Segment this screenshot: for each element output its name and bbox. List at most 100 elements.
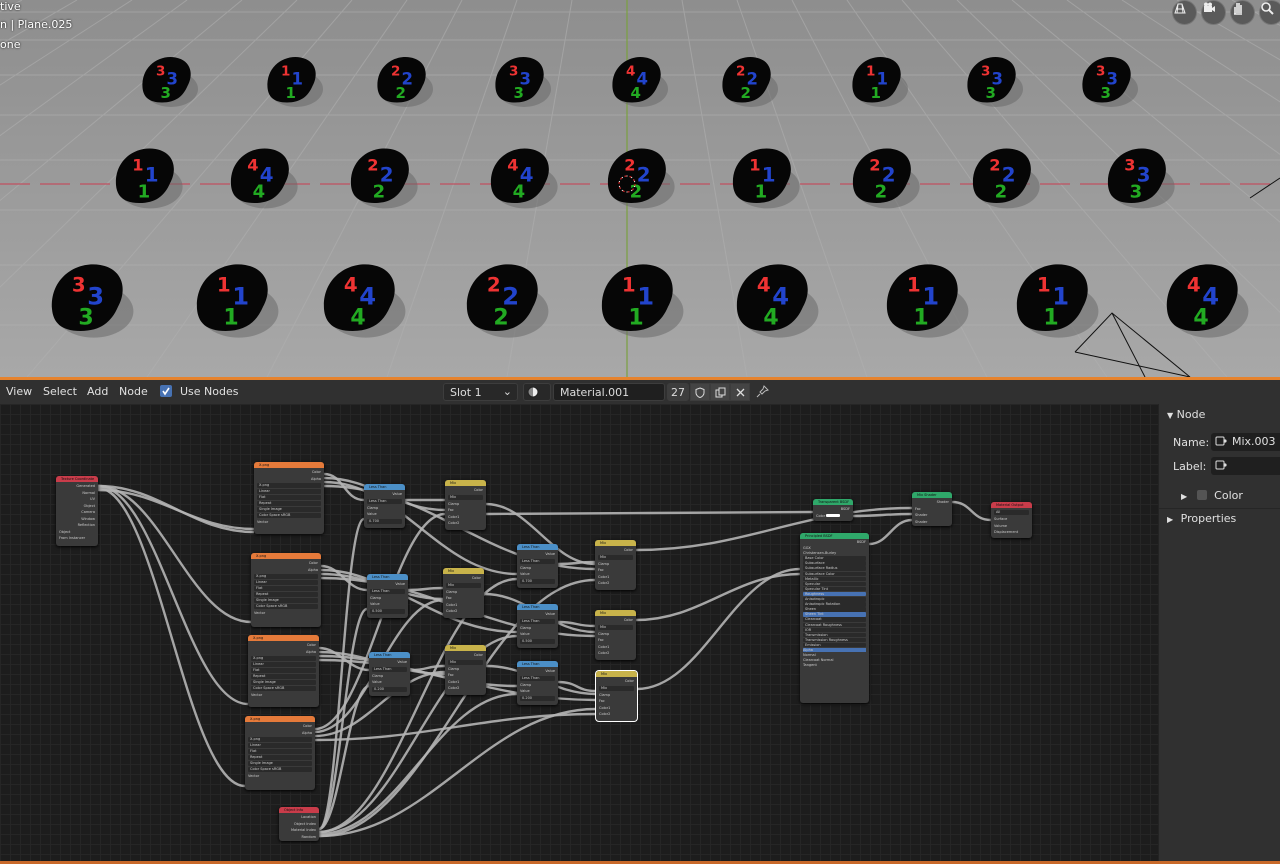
principled-row[interactable]: Clearcoat Roughness <box>803 622 866 627</box>
node-object-info[interactable]: Object Info Location Object Index Materi… <box>279 807 319 841</box>
threshold-field[interactable]: 0.200 <box>372 686 407 692</box>
from-instancer-checkbox[interactable]: From Instancer <box>59 535 95 542</box>
fake-user-shield-icon[interactable] <box>690 383 710 401</box>
material-name-field[interactable]: Material.001 <box>553 383 665 401</box>
image-file-field[interactable]: X.png <box>251 656 316 661</box>
blend-mode-dropdown[interactable]: Mix <box>448 659 483 665</box>
color-checkbox[interactable] <box>1196 490 1207 500</box>
principled-row[interactable]: Subsurface Radius <box>803 566 866 571</box>
menu-view[interactable]: View <box>6 385 32 398</box>
blend-mode-dropdown[interactable]: Mix <box>446 582 481 588</box>
grid-icon[interactable] <box>1172 0 1197 25</box>
blend-mode-dropdown[interactable]: Mix <box>598 624 633 630</box>
source-dropdown[interactable]: Single Image <box>257 507 321 512</box>
node-mix-6-selected[interactable]: Mix Color Mix Clamp Fac Color1 Color2 <box>596 671 637 721</box>
extension-dropdown[interactable]: Repeat <box>248 755 312 760</box>
color-subpanel[interactable]: ▶ Color <box>1181 489 1243 502</box>
operation-dropdown[interactable]: Less Than <box>367 498 402 504</box>
threshold-field[interactable]: 0.200 <box>520 695 555 701</box>
extension-dropdown[interactable]: Repeat <box>251 674 316 679</box>
node-mix-4[interactable]: Mix Color Mix Clamp Fac Color1 Color2 <box>595 540 636 590</box>
node-image-texture-2[interactable]: X.png Color Alpha X.png Linear Flat Repe… <box>251 553 321 627</box>
principled-row[interactable]: Subsurface Color <box>803 571 866 577</box>
blend-mode-dropdown[interactable]: Mix <box>448 494 483 500</box>
pin-icon[interactable] <box>756 384 770 401</box>
projection-dropdown[interactable]: Flat <box>251 668 316 673</box>
threshold-field[interactable]: 0.700 <box>520 578 555 584</box>
menu-select[interactable]: Select <box>43 385 77 398</box>
operation-dropdown[interactable]: Less Than <box>370 588 405 594</box>
blend-mode-dropdown[interactable]: Mix <box>599 685 634 691</box>
properties-panel-toggle[interactable]: ▶ Properties <box>1167 512 1236 525</box>
extension-dropdown[interactable]: Repeat <box>257 501 321 506</box>
node-mix-3[interactable]: Mix Color Mix Clamp Fac Color1 Color2 <box>445 645 486 695</box>
principled-row[interactable]: Metallic <box>803 576 866 582</box>
node-less-than-3[interactable]: Less Than Value Less Than Clamp Value 0.200 <box>369 652 410 696</box>
duplicate-material-icon[interactable] <box>710 383 730 401</box>
image-file-field[interactable]: X.png <box>254 574 318 579</box>
label-field[interactable] <box>1211 457 1280 475</box>
node-less-than-4[interactable]: Less Than Value Less Than Clamp Value 0.700 <box>517 544 558 588</box>
target-dropdown[interactable]: All <box>994 510 1029 515</box>
color-space-dropdown[interactable]: Color Space sRGB <box>254 604 318 609</box>
interpolation-dropdown[interactable]: Linear <box>257 489 321 494</box>
unlink-material-close-icon[interactable] <box>730 383 750 401</box>
operation-dropdown[interactable]: Less Than <box>520 558 555 564</box>
projection-dropdown[interactable]: Flat <box>254 586 318 591</box>
principled-row[interactable]: Transmission <box>803 632 866 638</box>
principled-row[interactable]: Roughness <box>803 591 866 597</box>
zoom-icon[interactable] <box>1259 0 1280 25</box>
node-mix-2[interactable]: Mix Color Mix Clamp Fac Color1 Color2 <box>443 568 484 618</box>
hand-icon[interactable] <box>1230 0 1255 25</box>
material-users-count[interactable]: 27 <box>667 383 689 401</box>
node-mix-1[interactable]: Mix Color Mix Clamp Fac Color1 Color2 <box>445 480 486 530</box>
node-panel-toggle[interactable]: ▼ Node <box>1167 408 1205 421</box>
node-transparent-bsdf[interactable]: Transparent BSDF BSDF Color <box>813 499 853 521</box>
menu-add[interactable]: Add <box>87 385 108 398</box>
principled-row[interactable]: Anisotropic <box>803 597 866 602</box>
node-image-texture-1[interactable]: X.png Color Alpha X.png Linear Flat Repe… <box>254 462 324 534</box>
node-principled-bsdf[interactable]: Principled BSDF BSDF GGX Christensen-Burl… <box>800 533 869 703</box>
camera-icon[interactable] <box>1201 0 1226 25</box>
operation-dropdown[interactable]: Less Than <box>372 666 407 672</box>
interpolation-dropdown[interactable]: Linear <box>254 580 318 585</box>
threshold-field[interactable]: 0.700 <box>367 518 402 524</box>
principled-row[interactable]: Sheen Tint <box>803 612 866 617</box>
projection-dropdown[interactable]: Flat <box>257 495 321 500</box>
principled-row[interactable]: Subsurface <box>803 561 866 566</box>
principled-row[interactable]: IOR <box>803 627 866 633</box>
interpolation-dropdown[interactable]: Linear <box>248 743 312 748</box>
node-image-texture-3[interactable]: X.png Color Alpha X.png Linear Flat Repe… <box>248 635 319 707</box>
slot-dropdown[interactable]: Slot 1 ⌄ <box>443 383 518 401</box>
node-less-than-6[interactable]: Less Than Value Less Than Clamp Value 0.200 <box>517 661 558 705</box>
node-less-than-5[interactable]: Less Than Value Less Than Clamp Value 0.500 <box>517 604 558 648</box>
name-field[interactable]: Mix.003 <box>1211 433 1280 451</box>
color-space-dropdown[interactable]: Color Space sRGB <box>251 686 316 691</box>
node-material-output[interactable]: Material Output All Surface Volume Displace… <box>991 502 1032 538</box>
image-file-field[interactable]: X.png <box>248 737 312 742</box>
source-dropdown[interactable]: Single Image <box>251 680 316 685</box>
source-dropdown[interactable]: Single Image <box>248 761 312 766</box>
node-less-than-1[interactable]: Less Than Value Less Than Clamp Value 0.700 <box>364 484 405 528</box>
principled-row[interactable]: Clearcoat <box>803 617 866 622</box>
color-swatch-row[interactable]: Color <box>816 513 850 520</box>
node-less-than-2[interactable]: Less Than Value Less Than Clamp Value 0.500 <box>367 574 408 618</box>
interpolation-dropdown[interactable]: Linear <box>251 662 316 667</box>
node-mix-shader[interactable]: Mix Shader Shader Fac Shader Shader <box>912 492 952 526</box>
extension-dropdown[interactable]: Repeat <box>254 592 318 597</box>
color-space-dropdown[interactable]: Color Space sRGB <box>248 767 312 772</box>
blend-mode-dropdown[interactable]: Mix <box>598 554 633 560</box>
principled-row[interactable]: Sheen <box>803 607 866 612</box>
principled-row[interactable]: Base Color <box>803 556 866 561</box>
principled-row[interactable]: Specular Tint <box>803 586 866 592</box>
material-browse-button[interactable] <box>523 383 551 401</box>
threshold-field[interactable]: 0.500 <box>520 638 555 644</box>
node-texture-coordinate[interactable]: Texture Coordinate Generated Normal UV O… <box>56 476 98 546</box>
menu-node[interactable]: Node <box>119 385 148 398</box>
principled-row[interactable]: Anisotropic Rotation <box>803 602 866 607</box>
principled-row[interactable]: Transmission Roughness <box>803 637 866 643</box>
operation-dropdown[interactable]: Less Than <box>520 675 555 681</box>
node-canvas[interactable]: Texture Coordinate Generated Normal UV O… <box>0 404 1158 864</box>
color-space-dropdown[interactable]: Color Space sRGB <box>257 513 321 518</box>
3d-viewport[interactable]: 3 3 3 1 1 1 2 2 2 3 3 3 4 4 4 2 2 2 1 1 1 3 3 3 3 3 3 1 1 1 4 4 4 2 2 2 4 4 4 2… <box>0 0 1280 377</box>
